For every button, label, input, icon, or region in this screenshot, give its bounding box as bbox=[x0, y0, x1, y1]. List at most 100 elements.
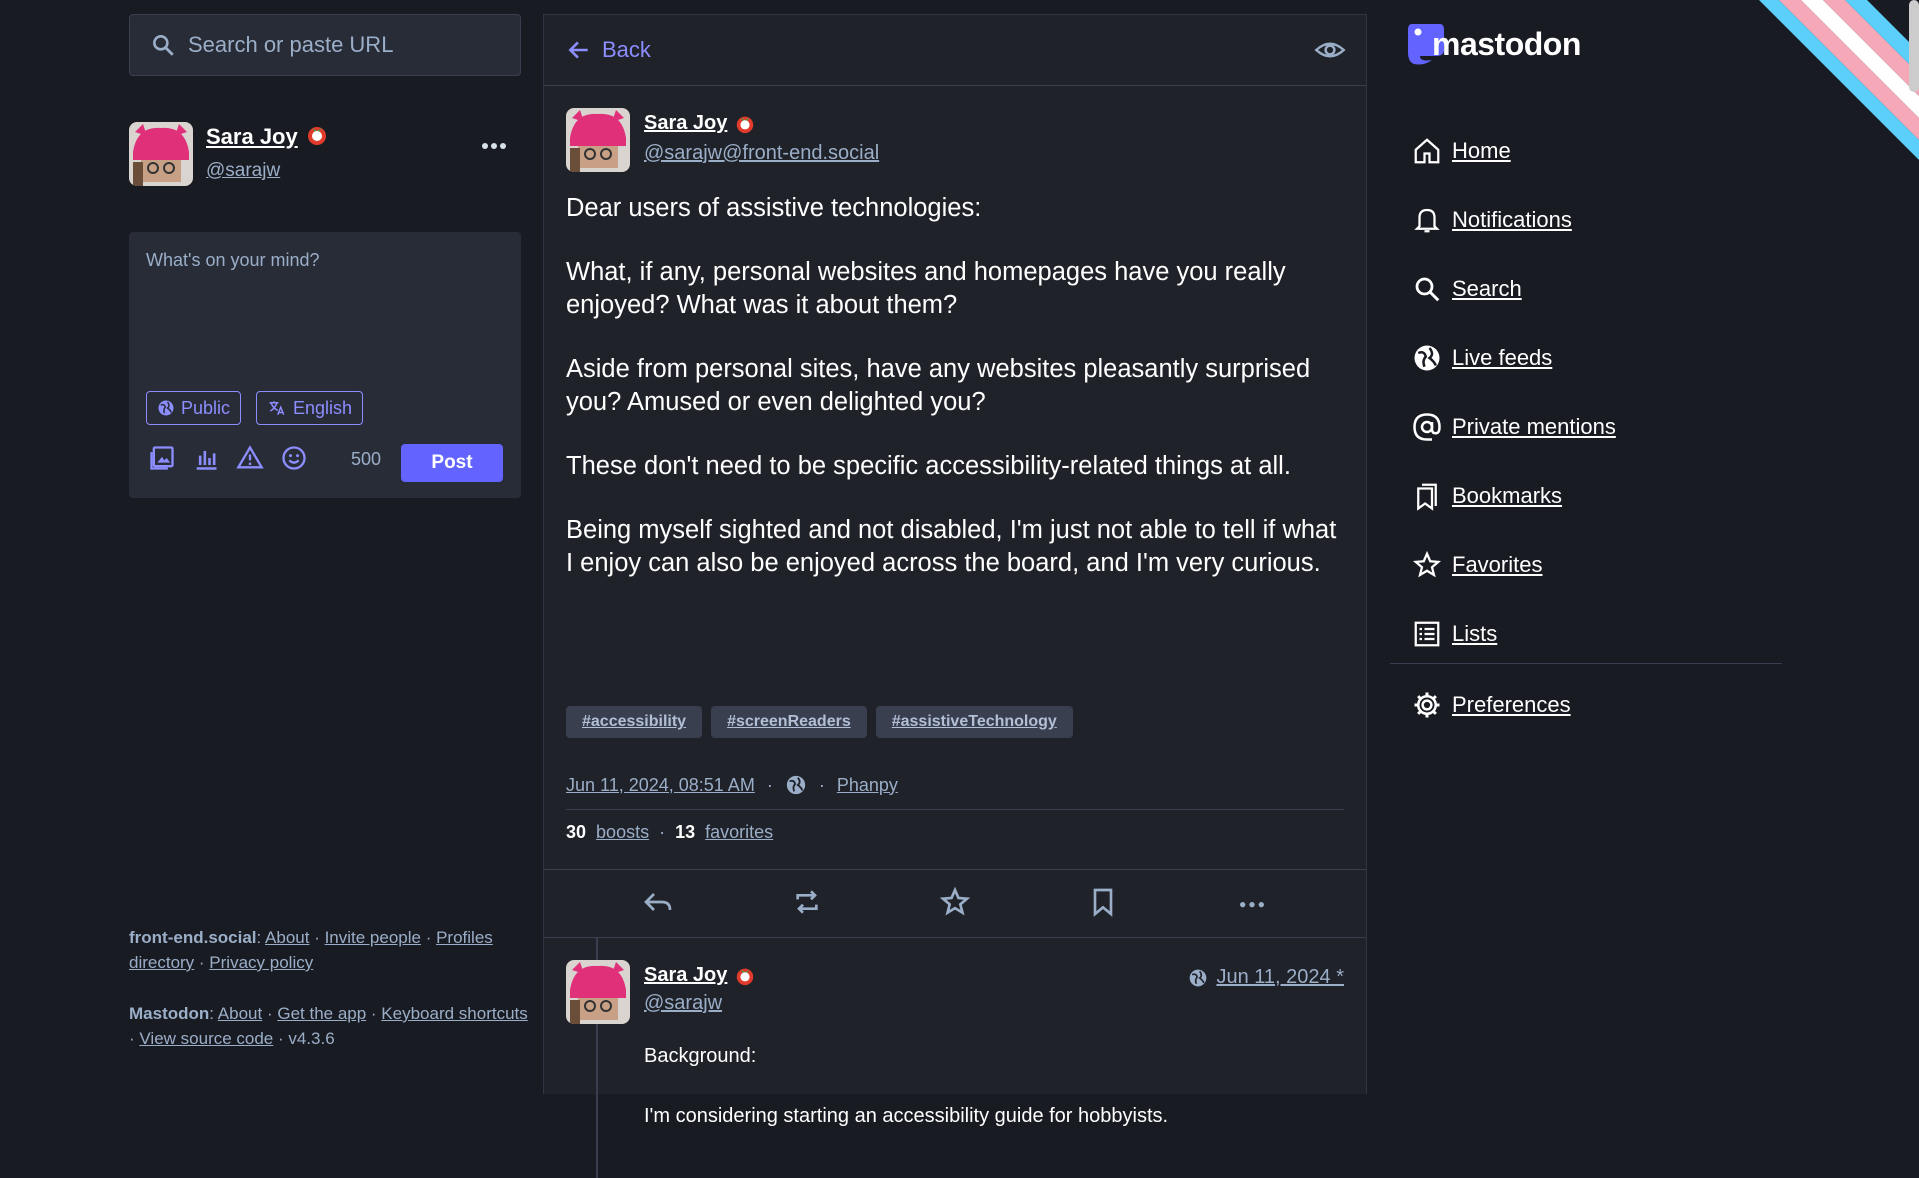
nav-label: Home bbox=[1452, 137, 1511, 163]
compose-textarea[interactable]: What's on your mind? bbox=[146, 250, 320, 271]
visibility-label: Public bbox=[181, 397, 231, 418]
content-warning-icon[interactable] bbox=[236, 444, 264, 472]
footer-mastodon-about-link[interactable]: About bbox=[218, 1004, 262, 1023]
globe-icon bbox=[158, 400, 174, 416]
detail-column: Back Sara Joy @sarajw@front-end.social D… bbox=[543, 14, 1367, 1178]
footer-version: v4.3.6 bbox=[288, 1029, 335, 1048]
nav-label: Private mentions bbox=[1452, 413, 1616, 439]
poll-icon[interactable] bbox=[192, 444, 220, 472]
footer-shortcuts-link[interactable]: Keyboard shortcuts bbox=[381, 1004, 527, 1023]
nav-item-home[interactable]: Home bbox=[1412, 116, 1616, 185]
divider bbox=[1390, 663, 1782, 664]
language-button[interactable]: English bbox=[256, 391, 364, 425]
hashtag-link[interactable]: #accessibility bbox=[566, 706, 703, 738]
reply-author-name[interactable]: Sara Joy bbox=[644, 964, 727, 987]
nav-label: Preferences bbox=[1452, 692, 1571, 717]
status-avatar[interactable] bbox=[566, 108, 630, 172]
reply-paragraph: I'm considering starting an accessibilit… bbox=[644, 1105, 1169, 1127]
avatar[interactable] bbox=[129, 122, 193, 186]
status-paragraph: Aside from personal sites, have any webs… bbox=[566, 355, 1311, 416]
boosts-link[interactable]: boosts bbox=[596, 822, 649, 842]
nav-item-bookmarks[interactable]: Bookmarks bbox=[1412, 461, 1616, 530]
reply-date: Jun 11, 2024 * bbox=[1188, 966, 1344, 989]
status-content: Dear users of assistive technologies: Wh… bbox=[566, 192, 1346, 611]
media-icon[interactable] bbox=[148, 444, 176, 472]
status-counts: 30 boosts · 13 favorites bbox=[566, 822, 774, 842]
language-label: English bbox=[293, 397, 353, 418]
star-icon bbox=[1412, 550, 1442, 577]
user-name[interactable]: Sara Joy bbox=[206, 124, 298, 150]
status-actions bbox=[544, 886, 1366, 936]
more-icon[interactable] bbox=[1236, 886, 1268, 918]
compose-tools bbox=[148, 444, 308, 472]
nav-label: Search bbox=[1452, 275, 1522, 301]
emoji-icon[interactable] bbox=[280, 444, 308, 472]
user-handle[interactable]: @sarajw bbox=[206, 160, 280, 182]
favorites-link[interactable]: favorites bbox=[705, 822, 773, 842]
nav-item-private-mentions[interactable]: Private mentions bbox=[1412, 392, 1616, 461]
footer-server-name: front-end.social bbox=[129, 928, 257, 947]
hashtag-link[interactable]: #assistiveTechnology bbox=[875, 706, 1073, 738]
main-nav: Home Notifications Search Live feeds Pri… bbox=[1412, 116, 1616, 668]
mastodon-wordmark: mastodon bbox=[1432, 25, 1581, 62]
bell-icon bbox=[1414, 208, 1440, 232]
footer-app-link[interactable]: Get the app bbox=[277, 1004, 366, 1023]
nav-item-search[interactable]: Search bbox=[1412, 254, 1616, 323]
current-user: Sara Joy @sarajw bbox=[129, 122, 521, 186]
scrollbar[interactable] bbox=[1909, 0, 1919, 92]
home-icon bbox=[1414, 137, 1440, 163]
nav-item-live-feeds[interactable]: Live feeds bbox=[1412, 323, 1616, 392]
boost-icon[interactable] bbox=[791, 886, 823, 918]
mastodon-logo[interactable]: mastodon bbox=[1406, 22, 1581, 66]
star-icon[interactable] bbox=[939, 886, 971, 918]
globe-icon bbox=[786, 775, 805, 795]
status-paragraph: Being myself sighted and not disabled, I… bbox=[566, 516, 1337, 577]
separator: · bbox=[766, 774, 773, 795]
divider bbox=[544, 937, 1366, 938]
at-icon bbox=[1413, 412, 1441, 441]
status-paragraph: What, if any, personal websites and home… bbox=[566, 258, 1286, 319]
reply-date-link[interactable]: Jun 11, 2024 * bbox=[1216, 966, 1344, 989]
footer-privacy-link[interactable]: Privacy policy bbox=[209, 953, 313, 972]
eye-icon[interactable] bbox=[1314, 35, 1346, 65]
more-icon[interactable] bbox=[481, 142, 507, 150]
reply-avatar[interactable] bbox=[566, 960, 630, 1024]
bookmark-icon[interactable] bbox=[1087, 886, 1119, 918]
status-date-link[interactable]: Jun 11, 2024, 08:51 AM bbox=[566, 775, 755, 796]
globe-icon bbox=[1190, 969, 1207, 986]
footer-invite-link[interactable]: Invite people bbox=[325, 928, 421, 947]
reply-content: Background: I'm considering starting an … bbox=[644, 1042, 1168, 1162]
reply-author-acct[interactable]: @sarajw bbox=[644, 992, 722, 1015]
footer-source-link[interactable]: View source code bbox=[139, 1029, 273, 1048]
back-button[interactable]: Back bbox=[566, 37, 651, 63]
search-placeholder: Search or paste URL bbox=[188, 32, 394, 57]
nav-item-notifications[interactable]: Notifications bbox=[1412, 185, 1616, 254]
post-button[interactable]: Post bbox=[401, 444, 503, 482]
nav-item-preferences[interactable]: Preferences bbox=[1412, 690, 1571, 720]
nav-item-lists[interactable]: Lists bbox=[1412, 599, 1616, 668]
favorites-count: 13 bbox=[675, 822, 696, 842]
search-input[interactable]: Search or paste URL bbox=[129, 14, 521, 76]
hashtag-link[interactable]: #screenReaders bbox=[711, 706, 867, 738]
nav-item-favorites[interactable]: Favorites bbox=[1412, 530, 1616, 599]
nav-label: Lists bbox=[1452, 620, 1498, 646]
footer: front-end.social: About · Invite people … bbox=[129, 928, 528, 1048]
bookmark-icon bbox=[1417, 483, 1437, 511]
tomato-emoji bbox=[734, 964, 756, 992]
footer-mastodon-label: Mastodon bbox=[129, 1004, 210, 1023]
status-paragraph: These don't need to be specific accessib… bbox=[566, 452, 1291, 480]
nav-label: Notifications bbox=[1452, 206, 1572, 232]
status-author-name[interactable]: Sara Joy bbox=[644, 112, 727, 135]
status-app-link[interactable]: Phanpy bbox=[837, 775, 898, 796]
tomato-emoji bbox=[305, 122, 329, 152]
tomato-emoji bbox=[734, 112, 756, 140]
reply-icon[interactable] bbox=[642, 886, 674, 918]
divider bbox=[544, 869, 1366, 870]
status-paragraph: Dear users of assistive technologies: bbox=[566, 194, 982, 222]
trans-flag-ribbon bbox=[1759, 0, 1919, 160]
search-icon bbox=[153, 35, 174, 56]
footer-about-link[interactable]: About bbox=[265, 928, 309, 947]
status-author-acct[interactable]: @sarajw@front-end.social bbox=[644, 142, 879, 165]
compose-box: What's on your mind? Public English 500 … bbox=[129, 232, 521, 498]
visibility-button[interactable]: Public bbox=[146, 391, 242, 425]
